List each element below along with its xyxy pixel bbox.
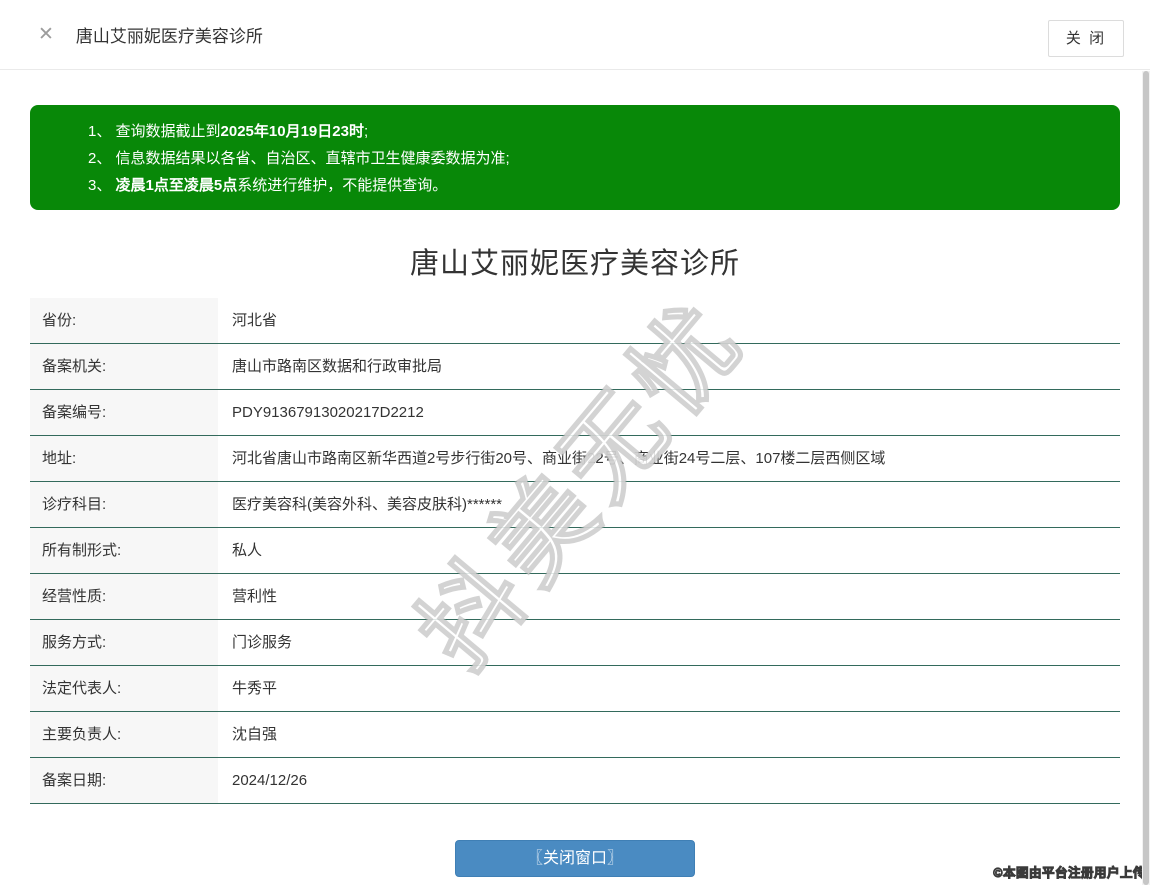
row-label: 法定代表人: [30, 666, 218, 711]
row-value: 河北省唐山市路南区新华西道2号步行街20号、商业街22号、商业街24号二层、10… [232, 450, 886, 467]
table-row-business-nature: 经营性质: 营利性 [30, 574, 1120, 620]
notice-banner: 1、 查询数据截止到2025年10月19日23时; 2、 信息数据结果以各省、自… [30, 105, 1120, 210]
table-row-filing-number: 备案编号: PDY91367913020217D2212 [30, 390, 1120, 436]
window-title: 唐山艾丽妮医疗美容诊所 [75, 27, 263, 46]
row-value: 牛秀平 [232, 680, 278, 697]
table-row-legal-representative: 法定代表人: 牛秀平 [30, 666, 1120, 712]
clinic-info-table: 省份: 河北省 备案机关: 唐山市路南区数据和行政审批局 备案编号: PDY91… [30, 298, 1120, 804]
row-label: 服务方式: [30, 620, 218, 665]
row-label: 所有制形式: [30, 528, 218, 573]
row-value: 沈自强 [232, 726, 278, 743]
table-row-ownership: 所有制形式: 私人 [30, 528, 1120, 574]
row-label: 经营性质: [30, 574, 218, 619]
copyright-watermark: ©本图由平台注册用户上传 [993, 866, 1146, 881]
table-row-filing-date: 备案日期: 2024/12/26 [30, 758, 1120, 804]
row-value: 唐山市路南区数据和行政审批局 [232, 358, 443, 375]
table-row-province: 省份: 河北省 [30, 298, 1120, 344]
row-value: 营利性 [232, 588, 278, 605]
scrollbar-thumb[interactable] [1143, 71, 1149, 885]
table-row-service-mode: 服务方式: 门诊服务 [30, 620, 1120, 666]
table-row-main-person-in-charge: 主要负责人: 沈自强 [30, 712, 1120, 758]
row-label: 主要负责人: [30, 712, 218, 757]
table-row-filing-authority: 备案机关: 唐山市路南区数据和行政审批局 [30, 344, 1120, 390]
notice-line-1: 1、 查询数据截止到2025年10月19日23时; [88, 123, 369, 140]
row-label: 备案机关: [30, 344, 218, 389]
scrollbar[interactable] [1142, 71, 1150, 885]
page-title: 唐山艾丽妮医疗美容诊所 [409, 248, 740, 280]
row-value: 河北省 [232, 312, 278, 329]
row-value: 门诊服务 [232, 634, 293, 651]
close-window-button[interactable]: 〖关闭窗口〗 [455, 840, 695, 877]
notice-line-2: 2、 信息数据结果以各省、自治区、直辖市卫生健康委数据为准; [88, 150, 510, 167]
row-label: 备案日期: [30, 758, 218, 803]
row-value: 2024/12/26 [232, 772, 308, 789]
close-button[interactable]: 关 闭 [1048, 20, 1124, 57]
notice-line-3: 3、 凌晨1点至凌晨5点系统进行维护，不能提供查询。 [88, 177, 448, 194]
row-value: 私人 [232, 542, 263, 559]
row-value: 医疗美容科(美容外科、美容皮肤科)****** [232, 496, 503, 513]
row-label: 备案编号: [30, 390, 218, 435]
row-label: 诊疗科目: [30, 482, 218, 527]
row-value: PDY91367913020217D2212 [232, 404, 424, 421]
row-label: 省份: [30, 298, 218, 343]
table-row-treatment-subjects: 诊疗科目: 医疗美容科(美容外科、美容皮肤科)****** [30, 482, 1120, 528]
table-row-address: 地址: 河北省唐山市路南区新华西道2号步行街20号、商业街22号、商业街24号二… [30, 436, 1120, 482]
window-titlebar: ✕ 唐山艾丽妮医疗美容诊所 关 闭 [0, 0, 1150, 70]
row-label: 地址: [30, 436, 218, 481]
close-x-icon[interactable]: ✕ [38, 25, 54, 44]
